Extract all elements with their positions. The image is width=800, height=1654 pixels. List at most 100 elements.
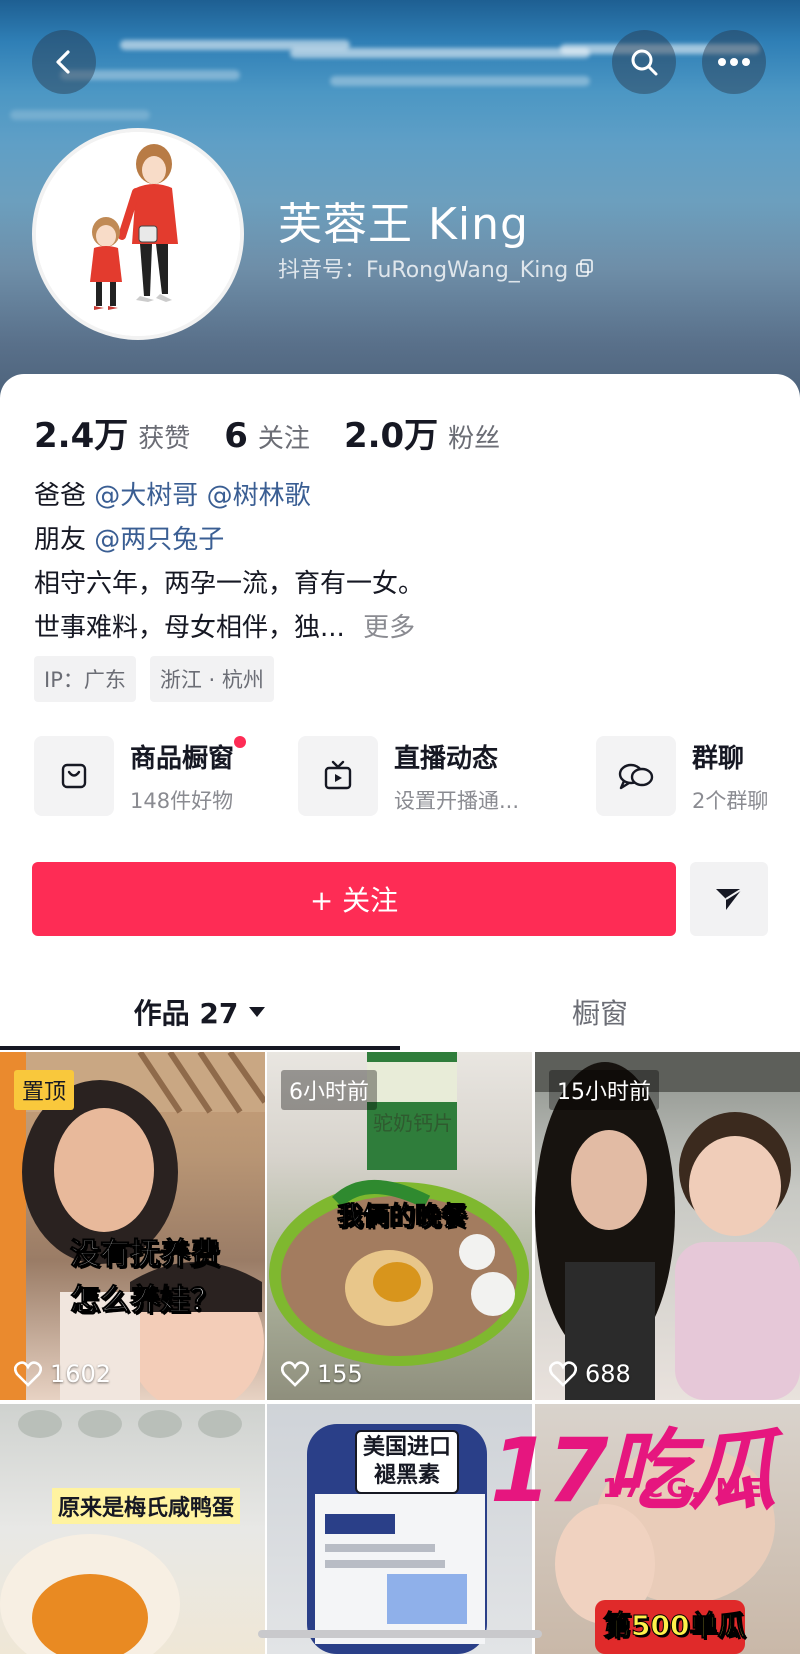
stat-number: 6 — [224, 416, 248, 456]
search-icon — [631, 49, 658, 76]
douyin-id[interactable]: 抖音号：FuRongWang_King — [278, 252, 596, 284]
cover-wave — [330, 76, 590, 86]
bio-line: 朋友 @两只兔子 — [34, 518, 424, 562]
site-watermark: 17吃瓜 17CG. ME — [490, 1400, 790, 1522]
mention-link[interactable]: @两只兔子 — [94, 525, 224, 555]
stat-following[interactable]: 6 关注 — [224, 416, 310, 456]
stat-number: 2.0万 — [343, 416, 439, 456]
back-button[interactable] — [32, 30, 96, 94]
avatar[interactable] — [32, 128, 244, 340]
heart-icon — [281, 1361, 309, 1387]
feature-group-chat[interactable]: 群聊 2个群聊 — [596, 736, 768, 816]
cover-wave — [290, 48, 590, 58]
active-tab-indicator — [0, 1046, 400, 1050]
more-dots-icon — [718, 58, 750, 66]
video-caption: 美国进口 褪黑素 — [355, 1430, 460, 1494]
profile-name: 芙蓉王 King — [278, 199, 529, 250]
feature-subtitle: 148件好物 — [130, 788, 234, 813]
video-tile[interactable]: 15小时前 688 — [535, 1052, 800, 1400]
video-tile[interactable]: 驼奶钙片 6小时前 我俩的晚餐 155 — [267, 1052, 532, 1400]
douyin-id-text: 抖音号：FuRongWang_King — [278, 258, 569, 283]
follow-button[interactable]: + 关注 — [32, 862, 676, 936]
feature-title: 商品橱窗 — [130, 735, 247, 775]
share-button[interactable] — [690, 862, 768, 936]
stat-likes[interactable]: 2.4万 获赞 — [34, 408, 190, 457]
feature-title-text: 商品橱窗 — [130, 743, 235, 774]
ip-tag: IP：广东 — [34, 656, 136, 702]
video-caption: 第500单瓜 — [602, 1609, 746, 1643]
feature-subtitle: 2个群聊 — [692, 788, 769, 813]
stat-label: 关注 — [257, 424, 310, 454]
location-tags: IP：广东 浙江 · 杭州 — [34, 656, 274, 702]
bio-line: 爸爸 @大树哥 @树林歌 — [34, 474, 424, 518]
bio-text: 爸爸 — [34, 481, 87, 511]
stat-followers[interactable]: 2.0万 粉丝 — [344, 408, 500, 457]
caret-down-icon — [249, 1007, 266, 1017]
video-thumbnail — [0, 1410, 242, 1654]
feature-title: 群聊 — [692, 743, 745, 774]
tab-works[interactable]: 作品 27 — [0, 974, 400, 1050]
feature-live[interactable]: 直播动态 设置开播通... — [298, 736, 519, 816]
notification-dot — [234, 735, 247, 748]
bio-text: 朋友 — [34, 525, 87, 555]
package-label: 驼奶钙片 — [373, 1111, 453, 1135]
bio-line: 相守六年，两孕一流，育有一女。 — [34, 569, 425, 599]
shopping-bag-icon — [61, 763, 87, 789]
stat-number: 2.4万 — [34, 416, 129, 456]
like-count-value: 155 — [317, 1360, 363, 1388]
home-indicator[interactable] — [258, 1630, 542, 1638]
feature-icon-box — [34, 736, 114, 816]
video-caption: 原来是梅氏咸鸭蛋 — [52, 1488, 241, 1524]
bio-line: 世事难料，母女相伴，独... 更多 — [34, 606, 424, 650]
feature-shop-window[interactable]: 商品橱窗 148件好物 — [34, 735, 247, 816]
mention-link[interactable]: @树林歌 — [207, 481, 311, 511]
video-caption: 没有抚养费 怎么养娃？ — [70, 1237, 221, 1319]
send-icon — [716, 888, 743, 910]
stat-label: 粉丝 — [448, 424, 501, 454]
pinned-badge: 置顶 — [14, 1070, 75, 1110]
location-tag: 浙江 · 杭州 — [149, 656, 274, 702]
stat-label: 获赞 — [138, 424, 191, 454]
tab-label: 作品 27 — [133, 997, 239, 1030]
feature-row: 商品橱窗 148件好物 直播动态 设置开播通... 群聊 2个群聊 — [34, 735, 800, 826]
feature-text: 商品橱窗 148件好物 — [130, 735, 247, 815]
feature-icon-box — [298, 736, 378, 816]
tab-showcase[interactable]: 橱窗 — [400, 974, 800, 1050]
mention-link[interactable]: @大树哥 — [94, 481, 198, 511]
feature-title: 直播动态 — [394, 743, 499, 774]
time-badge: 6小时前 — [281, 1070, 377, 1110]
avatar-mother-daughter-illustration — [36, 132, 240, 336]
like-count-value: 688 — [585, 1360, 631, 1388]
video-tile[interactable]: 原来是梅氏咸鸭蛋 — [0, 1404, 265, 1654]
chevron-left-icon — [56, 50, 70, 74]
follow-label: + 关注 — [309, 884, 399, 917]
bio: 爸爸 @大树哥 @树林歌 朋友 @两只兔子 相守六年，两孕一流，育有一女。 世事… — [34, 474, 424, 650]
stats-row: 2.4万 获赞 6 关注 2.0万 粉丝 — [34, 408, 534, 457]
video-caption: 我俩的晚餐 — [336, 1202, 468, 1233]
content-tabs: 作品 27 橱窗 — [0, 974, 800, 1050]
video-tile[interactable]: 置顶 没有抚养费 怎么养娃？ 1602 — [0, 1052, 265, 1400]
feature-icon-box — [596, 736, 676, 816]
watermark-domain: 17CG. ME — [602, 1474, 766, 1504]
cover-wave — [10, 110, 150, 120]
time-badge: 15小时前 — [549, 1070, 659, 1110]
tab-label: 橱窗 — [571, 997, 628, 1030]
watermark-logo: 17吃瓜 — [490, 1419, 776, 1522]
copy-icon[interactable] — [574, 257, 596, 279]
profile-cover: 芙蓉王 King 抖音号：FuRongWang_King — [0, 0, 800, 420]
feature-subtitle: 设置开播通... — [394, 788, 520, 813]
heart-icon — [549, 1361, 577, 1387]
tv-icon — [324, 760, 352, 790]
more-button[interactable] — [702, 30, 766, 94]
bio-more-link[interactable]: 更多 — [363, 613, 415, 643]
feature-text: 群聊 2个群聊 — [692, 738, 768, 815]
search-button[interactable] — [612, 30, 676, 94]
like-count-value: 1602 — [50, 1360, 112, 1388]
feature-text: 直播动态 设置开播通... — [394, 738, 519, 815]
like-count: 155 — [281, 1360, 363, 1388]
chat-bubbles-icon — [618, 763, 654, 790]
heart-icon — [14, 1361, 42, 1387]
like-count: 688 — [549, 1360, 631, 1388]
bio-text: 世事难料，母女相伴，独... — [34, 613, 345, 643]
like-count: 1602 — [14, 1360, 111, 1388]
